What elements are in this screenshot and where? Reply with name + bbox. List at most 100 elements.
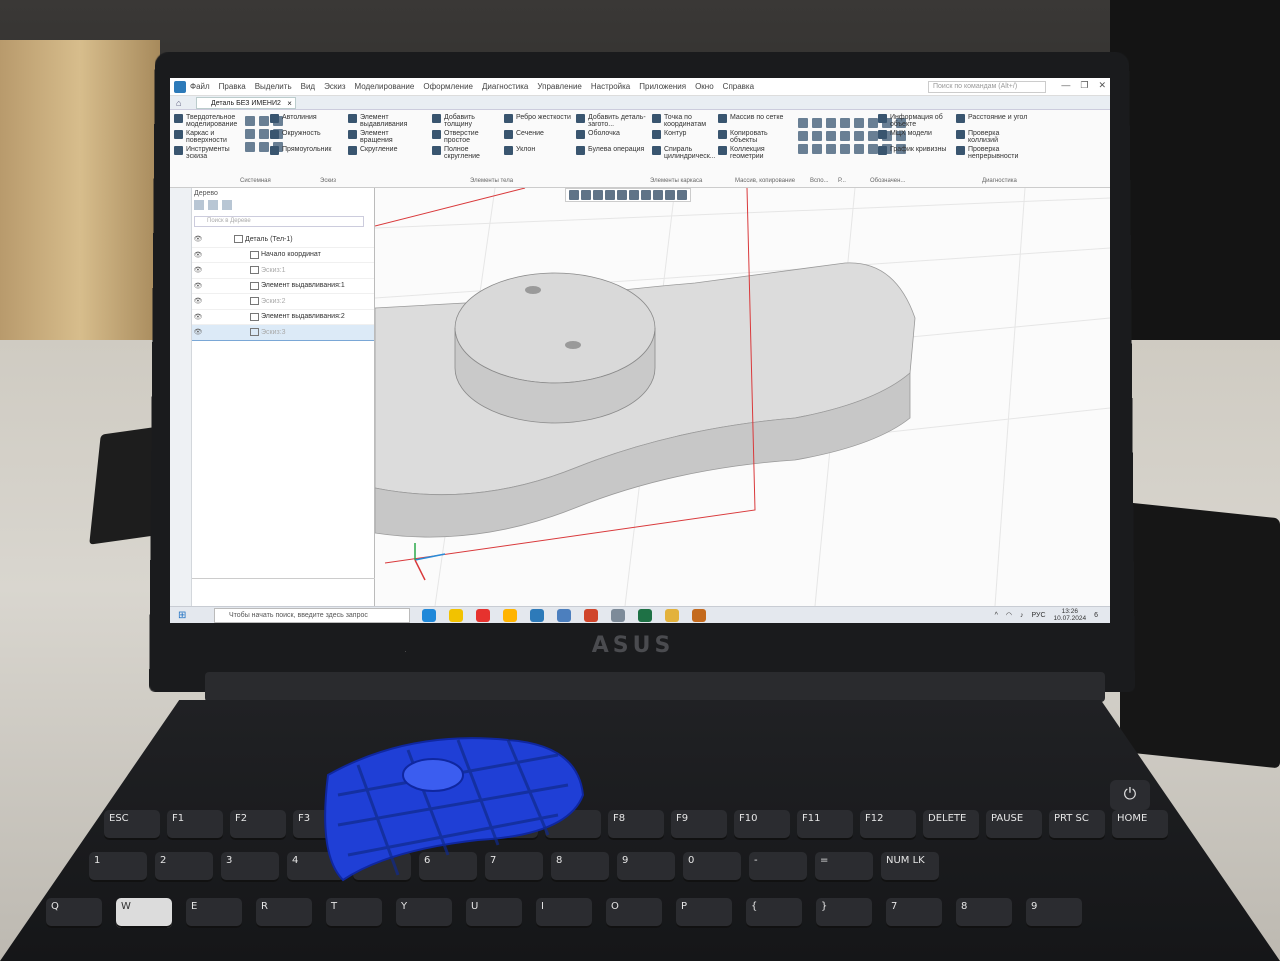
ribbon-tool-button[interactable]: Оболочка — [576, 130, 648, 139]
ribbon-tool-button[interactable]: Точка по координатам — [652, 114, 724, 128]
minimize-button[interactable]: — — [1061, 80, 1070, 91]
pan-icon[interactable] — [581, 190, 591, 200]
tree-item[interactable]: 👁 Эскиз:3 — [192, 325, 374, 341]
ribbon-tool-button[interactable]: Проверка непрерывности — [956, 146, 1028, 160]
keyboard-key[interactable]: 3 — [221, 852, 279, 882]
visibility-eye-icon[interactable]: 👁 — [192, 282, 204, 290]
keyboard-key[interactable]: } — [816, 898, 872, 928]
tree-item[interactable]: 👁 Эскиз:2 — [192, 294, 374, 310]
ribbon-tool-button[interactable]: Полное скругление — [432, 146, 504, 160]
volume-icon[interactable]: ♪ — [1020, 612, 1024, 619]
keyboard-key[interactable]: F8 — [608, 810, 664, 840]
hide-icon[interactable] — [641, 190, 651, 200]
list-icon[interactable] — [208, 200, 218, 210]
tree-search-input[interactable]: Поиск в Дереве — [194, 216, 364, 227]
visibility-eye-icon[interactable]: 👁 — [192, 266, 204, 274]
collapse-icon[interactable] — [222, 200, 232, 210]
keyboard-key[interactable]: NUM LK — [881, 852, 939, 882]
tree-item[interactable]: 👁 Деталь (Тел-1) — [192, 232, 374, 248]
display-icon[interactable] — [617, 190, 627, 200]
command-search-input[interactable]: Поиск по командам (Alt+/) — [928, 81, 1046, 93]
keyboard-key[interactable]: = — [815, 852, 873, 882]
menu-item[interactable]: Приложения — [639, 82, 686, 91]
tree-item[interactable]: 👁 Элемент выдавливания:2 — [192, 310, 374, 325]
3d-viewport[interactable] — [375, 188, 1110, 606]
settings-icon[interactable] — [677, 190, 687, 200]
keyboard-key[interactable]: 0 — [683, 852, 741, 882]
menu-item[interactable]: Эскиз — [324, 82, 345, 91]
yandex-music-icon[interactable] — [503, 609, 517, 622]
menu-item[interactable]: Управление — [537, 82, 581, 91]
ribbon-tool-button[interactable]: Коллекция геометрии — [718, 146, 790, 160]
yandex-icon[interactable] — [476, 609, 490, 622]
mode-sketch-tools[interactable]: Инструменты эскиза — [174, 146, 244, 160]
menu-item[interactable]: Диагностика — [482, 82, 528, 91]
keyboard-key[interactable]: F11 — [797, 810, 853, 840]
keyboard-key[interactable]: E — [186, 898, 242, 928]
keyboard-key[interactable]: HOME — [1112, 810, 1168, 840]
edge-icon[interactable] — [422, 609, 436, 622]
kompas-taskbar-icon[interactable] — [530, 609, 544, 622]
keyboard-key[interactable]: 9 — [1026, 898, 1082, 928]
keyboard-key[interactable]: U — [466, 898, 522, 928]
keyboard-key[interactable]: W — [116, 898, 172, 928]
menu-item[interactable]: Моделирование — [354, 82, 414, 91]
ribbon-tool-button[interactable]: Спираль цилиндрическ... — [652, 146, 724, 160]
menu-item[interactable]: Справка — [723, 82, 754, 91]
keyboard-key[interactable]: - — [749, 852, 807, 882]
menu-item[interactable]: Настройка — [591, 82, 630, 91]
keyboard-key[interactable]: T — [326, 898, 382, 928]
keyboard-key[interactable]: PRT SC — [1049, 810, 1105, 840]
keyboard-key[interactable]: { — [746, 898, 802, 928]
keyboard-key[interactable]: 1 — [89, 852, 147, 882]
chevron-up-icon[interactable]: ^ — [995, 612, 998, 619]
keyboard-key[interactable]: ESC — [104, 810, 160, 840]
ribbon-tool-button[interactable]: Копировать объекты — [718, 130, 790, 144]
ribbon-tool-button[interactable]: Расстояние и угол — [956, 114, 1028, 123]
visibility-eye-icon[interactable]: 👁 — [192, 251, 204, 259]
keyboard-key[interactable]: F10 — [734, 810, 790, 840]
keyboard-key[interactable]: F2 — [230, 810, 286, 840]
ribbon-tool-button[interactable]: Контур — [652, 130, 724, 139]
keyboard-key[interactable]: Q — [46, 898, 102, 928]
ribbon-tool-button[interactable]: Прямоугольник — [270, 146, 342, 155]
menu-item[interactable]: Выделить — [255, 82, 292, 91]
ribbon-tool-button[interactable]: График кривизны — [878, 146, 950, 155]
keyboard-key[interactable]: F12 — [860, 810, 916, 840]
menu-item[interactable]: Оформление — [423, 82, 473, 91]
ribbon-tool-button[interactable]: Проверка коллизий — [956, 130, 1028, 144]
ribbon-tool-button[interactable]: Элемент вращения — [348, 130, 420, 144]
maximize-button[interactable]: ❐ — [1080, 80, 1088, 91]
ribbon-tool-button[interactable]: Информация об объекте — [878, 114, 950, 128]
keyboard-key[interactable]: O — [606, 898, 662, 928]
ribbon-tool-button[interactable]: Ребро жесткости — [504, 114, 576, 123]
keyboard-key[interactable]: F9 — [671, 810, 727, 840]
excel-icon[interactable] — [638, 609, 652, 622]
snap-icon[interactable] — [665, 190, 675, 200]
ribbon-tool-button[interactable]: Отверстие простое — [432, 130, 504, 144]
filter-icon[interactable] — [194, 200, 204, 210]
tree-item[interactable]: 👁 Эскиз:1 — [192, 263, 374, 279]
keyboard-key[interactable]: PAUSE — [986, 810, 1042, 840]
ribbon-tool-button[interactable]: Скругление — [348, 146, 420, 155]
ribbon-tool-button[interactable]: Окружность — [270, 130, 342, 139]
wifi-icon[interactable]: ◠ — [1006, 611, 1012, 619]
document-tab-close-icon[interactable]: × — [287, 98, 292, 109]
visibility-eye-icon[interactable]: 👁 — [192, 297, 204, 305]
zoom-icon[interactable] — [569, 190, 579, 200]
keyboard-key[interactable]: 2 — [155, 852, 213, 882]
keyboard-key[interactable]: F1 — [167, 810, 223, 840]
keyboard-key[interactable]: DELETE — [923, 810, 979, 840]
ribbon-tool-button[interactable]: Сечение — [504, 130, 576, 139]
mode-wireframe[interactable]: Каркас и поверхности — [174, 130, 244, 144]
visibility-eye-icon[interactable]: 👁 — [192, 313, 204, 321]
yandex-browser-icon[interactable] — [449, 609, 463, 622]
tree-item[interactable]: 👁 Элемент выдавливания:1 — [192, 279, 374, 294]
section-icon[interactable] — [629, 190, 639, 200]
ribbon-tool-button[interactable]: Автолиния — [270, 114, 342, 123]
ccleaner-icon[interactable] — [557, 609, 571, 622]
filter-icon[interactable] — [653, 190, 663, 200]
visibility-eye-icon[interactable]: 👁 — [192, 328, 204, 336]
ribbon-tool-button[interactable]: Массив по сетке — [718, 114, 790, 123]
app-icon[interactable] — [692, 609, 706, 622]
